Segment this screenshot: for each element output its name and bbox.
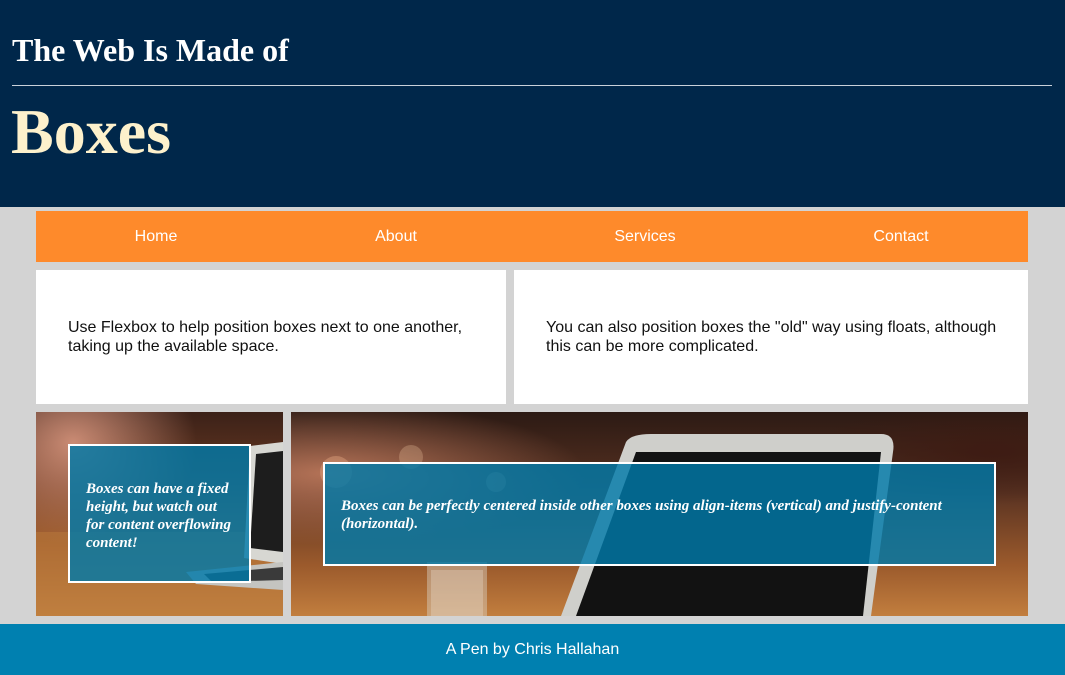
flexbox-card: Use Flexbox to help position boxes next … [36, 270, 506, 404]
floats-card-text: You can also position boxes the "old" wa… [546, 319, 997, 355]
floats-card: You can also position boxes the "old" wa… [514, 270, 1028, 404]
centered-box-text: Boxes can be perfectly centered inside o… [341, 498, 942, 532]
flexbox-card-text: Use Flexbox to help position boxes next … [68, 319, 463, 355]
nav-link-contact[interactable]: Contact [873, 211, 928, 262]
fixed-height-box-text: Boxes can have a fixed height, but watch… [86, 481, 231, 551]
fixed-height-box: Boxes can have a fixed height, but watch… [68, 444, 251, 583]
page-footer: A Pen by Chris Hallahan [0, 624, 1065, 675]
laptop-photo-large: Boxes can be perfectly centered inside o… [291, 412, 1028, 616]
footer-credit: A Pen by Chris Hallahan [445, 641, 620, 658]
main-nav: Home About Services Contact [36, 211, 1028, 262]
laptop-photo-small: Boxes can have a fixed height, but watch… [36, 412, 283, 616]
page-subtitle: The Web Is Made of [12, 32, 289, 68]
nav-link-home[interactable]: Home [135, 211, 178, 262]
page-title: Boxes [11, 96, 171, 167]
page-header: The Web Is Made of Boxes [0, 0, 1065, 207]
header-divider [12, 85, 1052, 86]
centered-box: Boxes can be perfectly centered inside o… [323, 462, 996, 566]
nav-link-about[interactable]: About [375, 211, 417, 262]
nav-link-services[interactable]: Services [614, 211, 675, 262]
